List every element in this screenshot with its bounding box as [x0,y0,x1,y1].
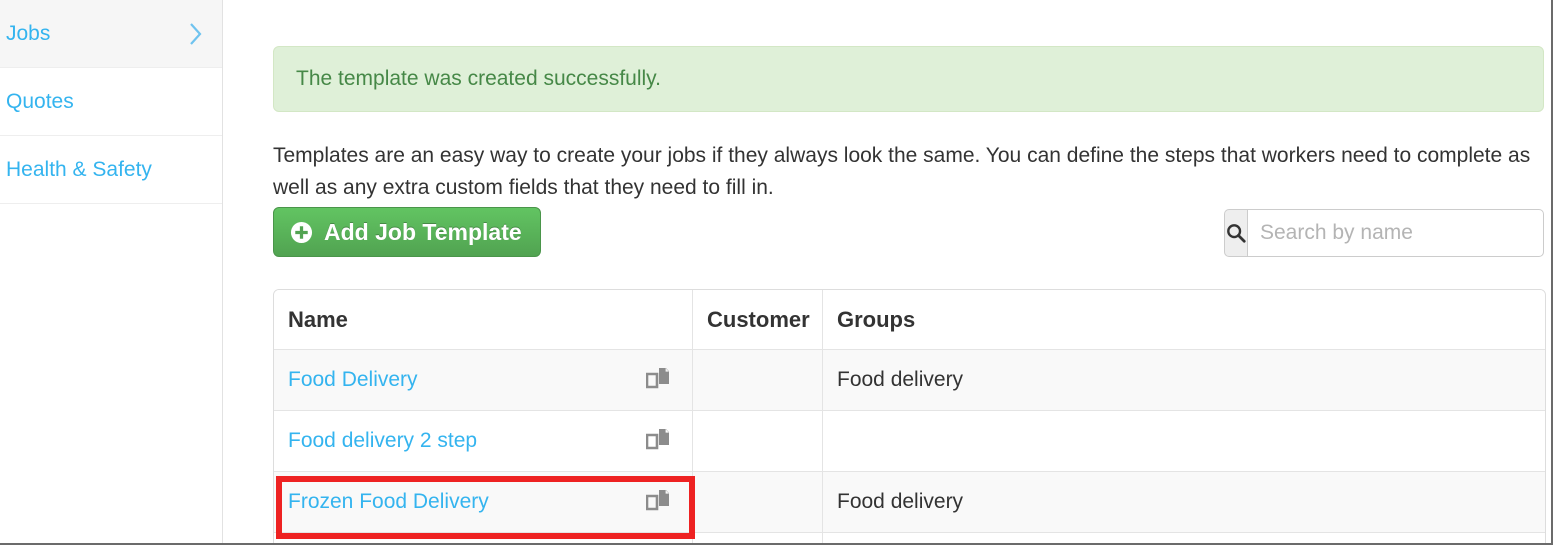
cell-groups [823,411,1545,472]
success-alert-message: The template was created successfully. [296,67,661,90]
success-alert: The template was created successfully. [273,46,1544,112]
column-header-name[interactable]: Name [274,290,693,350]
search-input[interactable] [1247,209,1544,257]
cell-groups: Food delivery [823,350,1545,411]
sidebar-item-label: Jobs [6,21,51,45]
search-group [1224,209,1544,257]
intro-paragraph: Templates are an easy way to create your… [273,144,1531,199]
add-job-template-label: Add Job Template [324,218,522,245]
table-row[interactable]: Food Delivery Food delivery [274,350,1545,411]
search-icon[interactable] [1224,209,1247,257]
cell-customer [693,411,823,472]
column-header-groups[interactable]: Groups [823,290,1545,350]
table-row[interactable]: Frozen Food Delivery Food delivery [274,472,1545,533]
template-link[interactable]: Food Delivery [288,368,418,392]
template-link[interactable]: Frozen Food Delivery [288,490,489,514]
table-body: Food Delivery Food delivery Food deliver… [274,350,1545,543]
cell-customer [693,533,823,543]
toolbar: Add Job Template [273,207,1544,259]
chevron-right-icon [188,21,204,47]
sidebar-item-label: Quotes [6,89,74,113]
table-header-row: Name Customer Groups [274,290,1545,350]
cell-name [274,533,693,543]
sidebar-item-jobs[interactable]: Jobs [0,0,222,68]
table-header: Name Customer Groups [274,290,1545,350]
template-link[interactable]: Food delivery 2 step [288,429,477,453]
copy-icon[interactable] [646,367,670,393]
page-root: Jobs Quotes Health & Safety The template… [0,0,1553,545]
cell-groups: Food delivery [823,472,1545,533]
copy-icon[interactable] [646,489,670,515]
table-row[interactable] [274,533,1545,543]
add-job-template-button[interactable]: Add Job Template [273,207,541,257]
main-content: The template was created successfully. T… [223,0,1551,543]
cell-groups [823,533,1545,543]
table-row[interactable]: Food delivery 2 step [274,411,1545,472]
templates-table: Name Customer Groups Food Delivery Food … [273,289,1546,543]
sidebar-item-quotes[interactable]: Quotes [0,68,222,136]
cell-name: Frozen Food Delivery [274,472,693,533]
sidebar-item-label: Health & Safety [6,157,152,181]
sidebar: Jobs Quotes Health & Safety [0,0,223,543]
plus-circle-icon [290,221,313,244]
copy-icon[interactable] [646,428,670,454]
cell-customer [693,472,823,533]
cell-name: Food Delivery [274,350,693,411]
column-header-customer[interactable]: Customer [693,290,823,350]
cell-customer [693,350,823,411]
sidebar-item-health-and-safety[interactable]: Health & Safety [0,136,222,204]
templates-table-container: Name Customer Groups Food Delivery Food … [273,289,1546,543]
cell-name: Food delivery 2 step [274,411,693,472]
